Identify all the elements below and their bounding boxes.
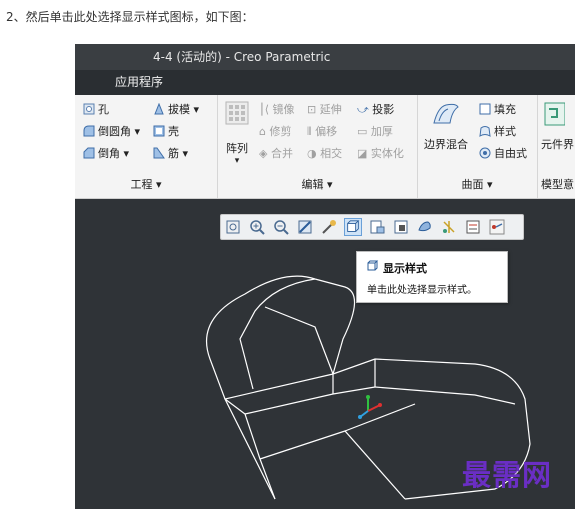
reorient-icon[interactable] (320, 218, 338, 236)
component-interface-icon (544, 102, 566, 126)
site-watermark: 最需网 (462, 458, 553, 492)
chamfer-icon (83, 147, 95, 159)
group-label-model-intent[interactable]: 模型意 (541, 176, 575, 192)
tooltip-description: 单击此处选择显示样式。 (367, 285, 477, 296)
component-interface-label: 元件界 (541, 138, 574, 151)
component-interface-button[interactable]: 元件界 (541, 101, 575, 152)
group-engineering: 孔 拔模 ▾ 倒圆角 ▾ 壳 倒角 ▾ 筋 ▾ 工程 ▾ (75, 95, 218, 198)
hole-icon (83, 103, 95, 115)
display-style-tooltip: 显示样式 单击此处选择显示样式。 (356, 251, 508, 303)
menu-bar: 应用程序 (75, 70, 575, 95)
group-label-edit[interactable]: 编辑 ▾ (217, 176, 417, 192)
offset-button[interactable]: ⫴ 偏移 (307, 124, 337, 140)
freestyle-icon (479, 147, 491, 159)
group-surface: 边界混合 填充 样式 自由式 曲面 ▾ (417, 95, 538, 198)
freestyle-button[interactable]: 自由式 (479, 146, 527, 162)
menu-applications[interactable]: 应用程序 (115, 70, 163, 95)
ribbon: 孔 拔模 ▾ 倒圆角 ▾ 壳 倒角 ▾ 筋 ▾ 工程 ▾ 阵列 ▾ ⎮⟨ 镜像 … (75, 95, 575, 199)
group-model-intent: 元件界 模型意 (537, 95, 575, 198)
pattern-icon (225, 101, 249, 125)
spin-center-icon[interactable] (464, 218, 482, 236)
repaint-icon[interactable] (296, 218, 314, 236)
title-bar: 4-4 (活动的) - Creo Parametric (75, 44, 575, 70)
pattern-button[interactable]: 阵列 ▾ (223, 101, 251, 166)
round-button[interactable]: 倒圆角 ▾ (83, 124, 140, 140)
display-style-tooltip-icon (367, 260, 379, 271)
boundary-blend-icon (433, 103, 459, 124)
thicken-button[interactable]: ▭ 加厚 (357, 124, 393, 140)
trim-button[interactable]: ⌂ 修剪 (259, 124, 291, 140)
draft-button[interactable]: 拔模 ▾ (153, 102, 199, 118)
boundary-blend-label: 边界混合 (424, 138, 468, 151)
fill-button[interactable]: 填充 (479, 102, 516, 118)
project-button[interactable]: ⤻ 投影 (357, 102, 394, 118)
datum-display-icon[interactable] (440, 218, 458, 236)
window-title: 4-4 (活动的) - Creo Parametric (153, 50, 331, 64)
zoom-out-icon[interactable] (272, 218, 290, 236)
style-icon (479, 126, 491, 137)
shell-icon (153, 125, 165, 137)
extend-button[interactable]: ⊡ 延伸 (307, 102, 342, 118)
trim-icon: ⌂ (259, 125, 270, 138)
solidify-icon: ◪ (357, 147, 371, 160)
view-toolbar (220, 214, 524, 240)
zoom-fit-icon[interactable] (224, 218, 242, 236)
rib-icon (153, 147, 165, 159)
display-style-icon[interactable] (344, 218, 362, 236)
intersect-icon: ◑ (307, 147, 321, 160)
creo-window: 4-4 (活动的) - Creo Parametric 应用程序 孔 拔模 ▾ … (75, 44, 575, 509)
fill-icon (479, 103, 491, 115)
pattern-label: 阵列 (226, 142, 248, 155)
saved-orientations-icon[interactable] (392, 218, 410, 236)
project-icon: ⤻ (357, 103, 373, 116)
group-label-engineering[interactable]: 工程 ▾ (75, 176, 217, 192)
hole-button[interactable]: 孔 (83, 102, 109, 118)
extend-icon: ⊡ (307, 103, 320, 116)
intersect-button[interactable]: ◑ 相交 (307, 146, 342, 162)
graphics-viewport[interactable]: 显示样式 单击此处选择显示样式。 最需网 (75, 199, 575, 509)
style-button[interactable]: 样式 (479, 124, 516, 140)
merge-icon: ◈ (259, 147, 271, 160)
zoom-in-icon[interactable] (248, 218, 266, 236)
group-label-surface[interactable]: 曲面 ▾ (417, 176, 537, 192)
mirror-icon: ⎮⟨ (259, 103, 273, 116)
shell-button[interactable]: 壳 (153, 124, 179, 140)
draft-icon (154, 103, 164, 115)
chamfer-button[interactable]: 倒角 ▾ (83, 146, 129, 162)
boundary-blend-button[interactable]: 边界混合 (421, 101, 471, 152)
solidify-button[interactable]: ◪ 实体化 (357, 146, 404, 162)
mirror-button[interactable]: ⎮⟨ 镜像 (259, 102, 295, 118)
view-manager-icon[interactable] (416, 218, 434, 236)
annotation-icon[interactable] (488, 218, 506, 236)
round-icon (83, 125, 95, 137)
tooltip-title: 显示样式 (383, 262, 427, 275)
instruction-caption: 2、然后单击此处选择显示样式图标，如下图： (6, 10, 254, 24)
rib-button[interactable]: 筋 ▾ (153, 146, 188, 162)
thicken-icon: ▭ (357, 125, 371, 138)
named-views-icon[interactable] (368, 218, 386, 236)
merge-button[interactable]: ◈ 合并 (259, 146, 293, 162)
group-edit: 阵列 ▾ ⎮⟨ 镜像 ⊡ 延伸 ⤻ 投影 ⌂ 修剪 ⫴ 偏移 ▭ 加厚 ◈ 合并… (217, 95, 418, 198)
offset-icon: ⫴ (307, 125, 316, 138)
